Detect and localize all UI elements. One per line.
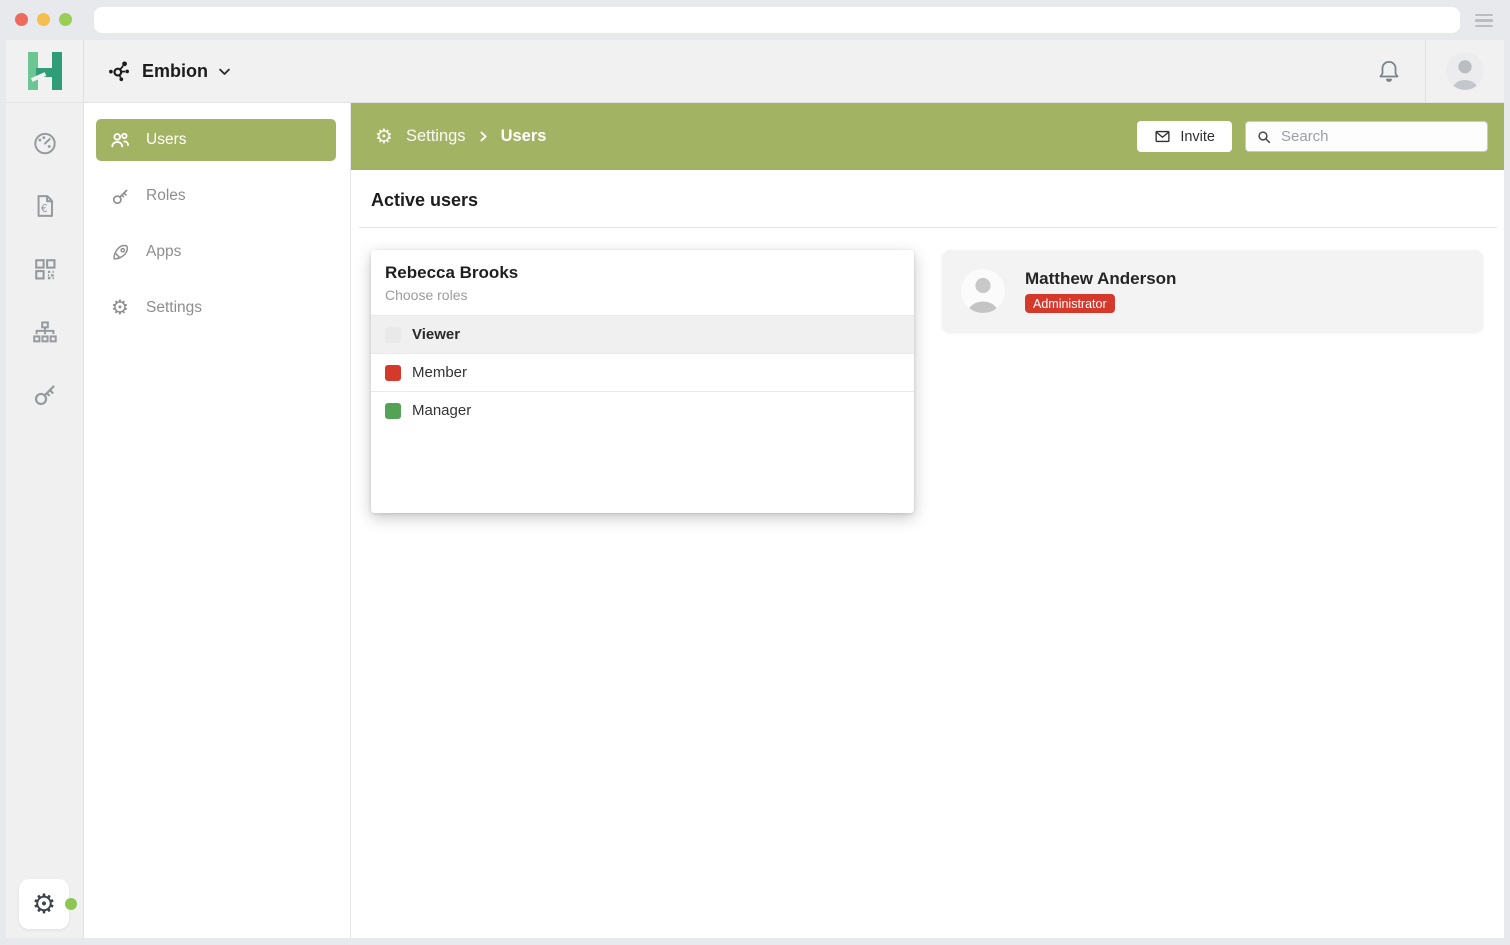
gear-icon: ⚙ [109, 297, 131, 319]
app-header: Embion [6, 40, 1504, 103]
rail-settings-button[interactable]: ⚙ [19, 879, 69, 929]
sidebar-item-label: Settings [146, 299, 202, 317]
envelope-icon [1154, 128, 1171, 145]
app-body: € [6, 103, 1504, 938]
invite-button-label: Invite [1180, 129, 1215, 145]
organization-switcher[interactable]: Embion [107, 40, 232, 102]
icon-rail: € [6, 103, 84, 938]
role-option-label: Manager [412, 402, 471, 419]
invoices-icon[interactable]: € [31, 192, 59, 220]
window-maximize-button[interactable] [59, 13, 72, 26]
logo-button[interactable] [6, 40, 84, 102]
sidebar-item-users[interactable]: Users [96, 119, 336, 161]
role-color-swatch [385, 327, 401, 343]
header-actions [1353, 40, 1504, 102]
status-dot [65, 898, 77, 910]
role-badge: Administrator [1025, 294, 1115, 313]
role-color-swatch [385, 365, 401, 381]
app-window: Embion [6, 40, 1504, 938]
dashboard-icon[interactable] [31, 129, 59, 157]
invite-button[interactable]: Invite [1137, 121, 1232, 152]
breadcrumb-current-page: Users [501, 127, 547, 146]
sidebar-item-label: Users [146, 131, 186, 149]
avatar [1446, 52, 1484, 90]
browser-chrome [0, 0, 1510, 40]
window-controls [15, 13, 72, 26]
organization-name: Embion [142, 61, 208, 82]
sidebar-item-settings[interactable]: ⚙ Settings [96, 287, 336, 329]
user-card-name: Matthew Anderson [1025, 269, 1176, 289]
search-input[interactable] [1281, 128, 1477, 145]
chevron-right-icon [477, 130, 490, 143]
role-option-manager[interactable]: Manager [371, 391, 914, 429]
bell-icon [1375, 57, 1403, 85]
user-card-info: Matthew Anderson Administrator [1025, 269, 1176, 313]
role-option-label: Viewer [412, 326, 460, 343]
search-icon [1256, 129, 1272, 145]
key-icon [109, 185, 131, 207]
role-color-swatch [385, 403, 401, 419]
brand-logo [28, 52, 62, 90]
browser-menu-icon[interactable] [1475, 14, 1493, 30]
role-option-label: Member [412, 364, 467, 381]
user-menu-button[interactable] [1426, 40, 1504, 102]
gear-icon: ⚙ [375, 127, 393, 147]
sidebar-item-label: Apps [146, 243, 181, 261]
url-bar[interactable] [94, 7, 1460, 33]
svg-text:€: € [41, 203, 48, 215]
content-area: Active users Rebecca Brooks Choose roles… [351, 170, 1504, 938]
molecule-icon [107, 58, 133, 84]
gear-icon: ⚙ [32, 891, 56, 918]
breadcrumb-bar: ⚙ Settings Users Invite [351, 103, 1504, 170]
sidebar-item-roles[interactable]: Roles [96, 175, 336, 217]
role-picker-user-name: Rebecca Brooks [385, 263, 898, 283]
role-picker-placeholder: Choose roles [385, 287, 898, 303]
role-option-member[interactable]: Member [371, 353, 914, 391]
window-close-button[interactable] [15, 13, 28, 26]
rocket-icon [109, 241, 131, 263]
breadcrumb-settings-link[interactable]: Settings [406, 127, 466, 146]
access-keys-icon[interactable] [31, 381, 59, 409]
users-icon [109, 129, 131, 151]
role-picker-dropdown: Rebecca Brooks Choose roles Viewer Membe… [371, 250, 914, 513]
search-box [1245, 121, 1488, 152]
role-option-viewer[interactable]: Viewer [371, 315, 914, 353]
settings-sidebar: Users Roles [84, 103, 351, 938]
page-title: Active users [371, 190, 478, 211]
sidebar-item-label: Roles [146, 187, 186, 205]
avatar [961, 269, 1005, 313]
sidebar-item-apps[interactable]: Apps [96, 231, 336, 273]
chevron-down-icon [217, 64, 232, 79]
notifications-button[interactable] [1353, 40, 1425, 102]
divider [359, 227, 1497, 228]
main-panel: ⚙ Settings Users Invite [351, 103, 1504, 938]
role-picker-header: Rebecca Brooks Choose roles [371, 250, 914, 315]
window-minimize-button[interactable] [37, 13, 50, 26]
organization-icon[interactable] [31, 318, 59, 346]
apps-grid-icon[interactable] [31, 255, 59, 283]
user-card-matthew-anderson[interactable]: Matthew Anderson Administrator [942, 250, 1483, 332]
